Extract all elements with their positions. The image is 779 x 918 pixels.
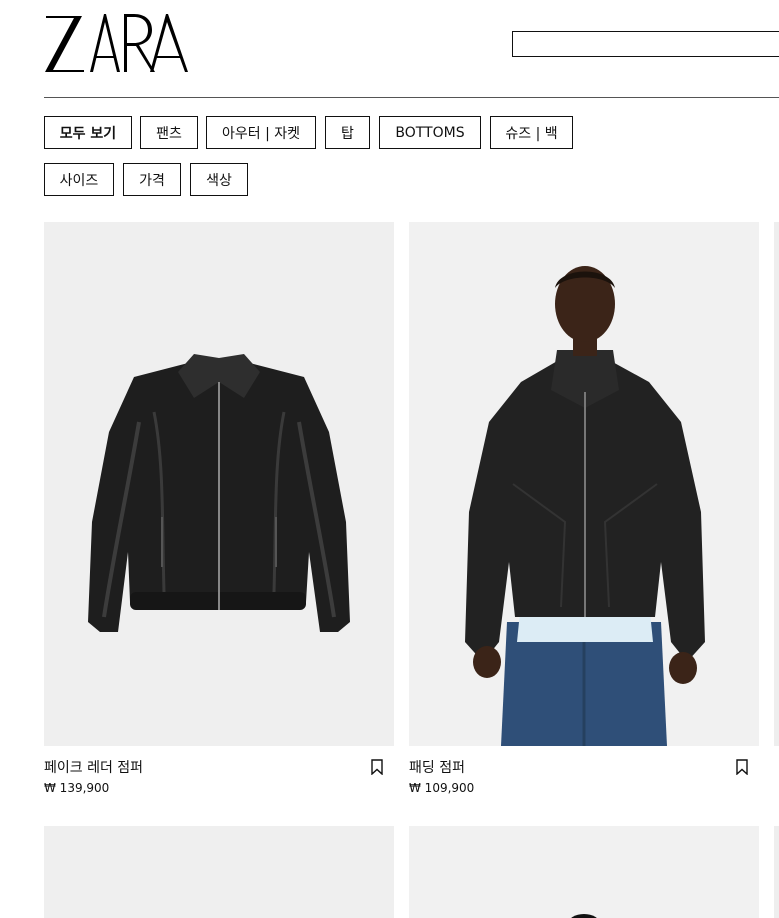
filter-chip-top[interactable]: 탑 bbox=[325, 116, 370, 149]
bookmark-icon[interactable] bbox=[735, 759, 749, 776]
product-image[interactable] bbox=[409, 826, 759, 918]
product-image[interactable] bbox=[44, 826, 394, 918]
product-image[interactable] bbox=[44, 222, 394, 746]
product-name[interactable]: 페이크 레더 점퍼 bbox=[44, 757, 143, 777]
bookmark-icon[interactable] bbox=[370, 759, 384, 776]
header-divider bbox=[44, 97, 779, 98]
filter-chip-shoes-bags[interactable]: 슈즈 | 백 bbox=[490, 116, 573, 149]
product-price: ₩ 139,900 bbox=[44, 781, 110, 795]
search-input[interactable] bbox=[512, 31, 779, 57]
product-price: ₩ 109,900 bbox=[409, 781, 475, 795]
brand-logo[interactable] bbox=[44, 12, 190, 74]
product-image[interactable] bbox=[774, 222, 779, 746]
filter-color-button[interactable]: 색상 bbox=[190, 163, 248, 196]
product-name[interactable]: 패딩 점퍼 bbox=[409, 757, 465, 777]
filter-chip-pants[interactable]: 팬츠 bbox=[140, 116, 198, 149]
product-image[interactable] bbox=[774, 826, 779, 918]
filter-chip-outer-jacket[interactable]: 아우터 | 자켓 bbox=[206, 116, 316, 149]
filter-chip-all[interactable]: 모두 보기 bbox=[44, 116, 132, 149]
filter-size-button[interactable]: 사이즈 bbox=[44, 163, 114, 196]
filter-price-button[interactable]: 가격 bbox=[123, 163, 181, 196]
filter-chip-bottoms[interactable]: BOTTOMS bbox=[379, 116, 481, 149]
product-image[interactable] bbox=[409, 222, 759, 746]
